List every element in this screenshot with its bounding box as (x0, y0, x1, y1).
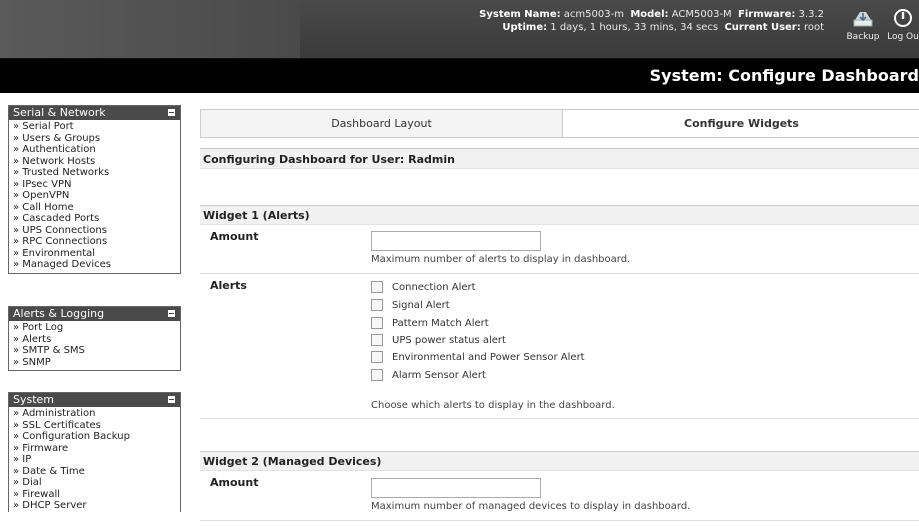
tab-bar: Dashboard Layout Configure Widgets (200, 109, 919, 138)
sidebar-system: System » Administration » SSL Certificat… (8, 392, 181, 512)
section-widget-1: Widget 1 (Alerts) (200, 205, 919, 225)
widget-2-amount-input[interactable] (371, 478, 541, 498)
backup-icon (853, 12, 873, 27)
alert-option-label: Signal Alert (392, 299, 450, 311)
widget-1-amount-hint: Maximum number of alerts to display in d… (371, 254, 631, 265)
system-name: acm5003-m (563, 9, 624, 20)
checkbox[interactable] (371, 369, 383, 381)
backup-label: Backup (846, 32, 880, 42)
sidebar-item-ssl-certificates[interactable]: » SSL Certificates (9, 420, 180, 432)
sidebar-section-title: Serial & Network (13, 106, 106, 119)
sidebar-item-date-time[interactable]: » Date & Time (9, 466, 180, 478)
row-divider (200, 520, 919, 521)
system-info: System Name: acm5003-m Model: ACM5003-M … (479, 8, 824, 34)
sidebar-item-trusted-networks[interactable]: » Trusted Networks (9, 167, 180, 179)
uptime: 1 days, 1 hours, 33 mins, 34 secs (550, 22, 719, 33)
widget-2-amount-label: Amount (210, 476, 259, 489)
system-name-label: System Name: (479, 9, 561, 20)
alert-option-label: Connection Alert (392, 281, 476, 293)
sidebar-item-ip[interactable]: » IP (9, 454, 180, 466)
sidebar-item-rpc-connections[interactable]: » RPC Connections (9, 236, 180, 248)
sidebar-item-firmware[interactable]: » Firmware (9, 443, 180, 455)
uptime-label: Uptime: (502, 22, 548, 33)
checkbox[interactable] (371, 281, 383, 293)
widget-2-amount-hint: Maximum number of managed devices to dis… (371, 501, 691, 512)
sidebar-item-dial[interactable]: » Dial (9, 477, 180, 489)
sidebar-item-cascaded-ports[interactable]: » Cascaded Ports (9, 213, 180, 225)
sidebar-item-ipsec-vpn[interactable]: » IPsec VPN (9, 179, 180, 191)
sidebar-section-header[interactable]: System (9, 393, 180, 407)
collapse-icon[interactable] (168, 310, 175, 317)
alert-option-label: Environmental and Power Sensor Alert (392, 351, 585, 363)
sidebar-item-ups-connections[interactable]: » UPS Connections (9, 225, 180, 237)
alert-option-ups-power[interactable]: UPS power status alert (371, 334, 506, 346)
widget-2-title: Widget 2 (Managed Devices) (203, 455, 382, 468)
alert-option-pattern-match[interactable]: Pattern Match Alert (371, 317, 489, 329)
tab-configure-widgets[interactable]: Configure Widgets (562, 109, 919, 137)
widget-1-amount-input[interactable] (371, 231, 541, 251)
sidebar-serial-network: Serial & Network » Serial Port » Users &… (8, 105, 181, 274)
alert-option-label: Pattern Match Alert (392, 317, 489, 329)
sidebar-item-port-log[interactable]: » Port Log (9, 322, 180, 334)
logout-button[interactable]: Log Ou (883, 8, 919, 42)
row-divider (200, 418, 919, 419)
tab-dashboard-layout[interactable]: Dashboard Layout (200, 109, 563, 137)
sidebar-section-header[interactable]: Serial & Network (9, 106, 180, 120)
sidebar-item-serial-port[interactable]: » Serial Port (9, 121, 180, 133)
collapse-icon[interactable] (168, 396, 175, 403)
sidebar-item-authentication[interactable]: » Authentication (9, 144, 180, 156)
firmware: 3.3.2 (798, 9, 824, 20)
widget-1-alerts-label: Alerts (210, 279, 247, 292)
sidebar-item-snmp[interactable]: » SNMP (9, 357, 180, 369)
collapse-icon[interactable] (168, 109, 175, 116)
logout-label: Log Ou (887, 32, 919, 42)
model: ACM5003-M (671, 9, 732, 20)
section-widget-2: Widget 2 (Managed Devices) (200, 451, 919, 471)
model-label: Model: (630, 9, 669, 20)
header-shade (0, 0, 300, 58)
sidebar-section-header[interactable]: Alerts & Logging (9, 307, 180, 321)
checkbox[interactable] (371, 351, 383, 363)
checkbox[interactable] (371, 299, 383, 311)
sidebar-item-users-groups[interactable]: » Users & Groups (9, 133, 180, 145)
backup-button[interactable]: Backup (843, 8, 883, 42)
checkbox[interactable] (371, 334, 383, 346)
firmware-label: Firmware: (738, 9, 796, 20)
sidebar-item-dhcp-server[interactable]: » DHCP Server (9, 500, 180, 512)
sidebar-item-managed-devices[interactable]: » Managed Devices (9, 259, 180, 271)
sidebar-item-alerts[interactable]: » Alerts (9, 334, 180, 346)
sidebar-item-configuration-backup[interactable]: » Configuration Backup (9, 431, 180, 443)
sidebar-alerts-logging: Alerts & Logging » Port Log » Alerts » S… (8, 306, 181, 371)
sidebar-item-administration[interactable]: » Administration (9, 408, 180, 420)
sidebar-section-title: Alerts & Logging (13, 307, 105, 320)
sidebar-item-openvpn[interactable]: » OpenVPN (9, 190, 180, 202)
sidebar-item-call-home[interactable]: » Call Home (9, 202, 180, 214)
section-configuring-user: Configuring Dashboard for User: Radmin (200, 148, 919, 169)
alert-option-label: Alarm Sensor Alert (392, 369, 486, 381)
widget-1-title: Widget 1 (Alerts) (203, 209, 310, 222)
widget-1-amount-label: Amount (210, 230, 259, 243)
sidebar-item-smtp-sms[interactable]: » SMTP & SMS (9, 345, 180, 357)
widget-1-alerts-hint: Choose which alerts to display in the da… (371, 400, 615, 411)
page-title: System: Configure Dashboard (649, 66, 919, 85)
alert-option-environmental[interactable]: Environmental and Power Sensor Alert (371, 351, 585, 363)
alert-option-alarm-sensor[interactable]: Alarm Sensor Alert (371, 369, 486, 381)
alert-option-signal[interactable]: Signal Alert (371, 299, 450, 311)
sidebar-item-network-hosts[interactable]: » Network Hosts (9, 156, 180, 168)
sidebar-section-title: System (13, 393, 55, 406)
current-user-label: Current User: (724, 22, 801, 33)
alert-option-label: UPS power status alert (392, 334, 506, 346)
current-user: root (803, 22, 824, 33)
power-icon (894, 9, 912, 27)
section-title: Configuring Dashboard for User: Radmin (203, 153, 455, 166)
sidebar-item-environmental[interactable]: » Environmental (9, 248, 180, 260)
alert-option-connection[interactable]: Connection Alert (371, 281, 476, 293)
row-divider (200, 273, 919, 274)
sidebar-item-firewall[interactable]: » Firewall (9, 489, 180, 501)
checkbox[interactable] (371, 317, 383, 329)
